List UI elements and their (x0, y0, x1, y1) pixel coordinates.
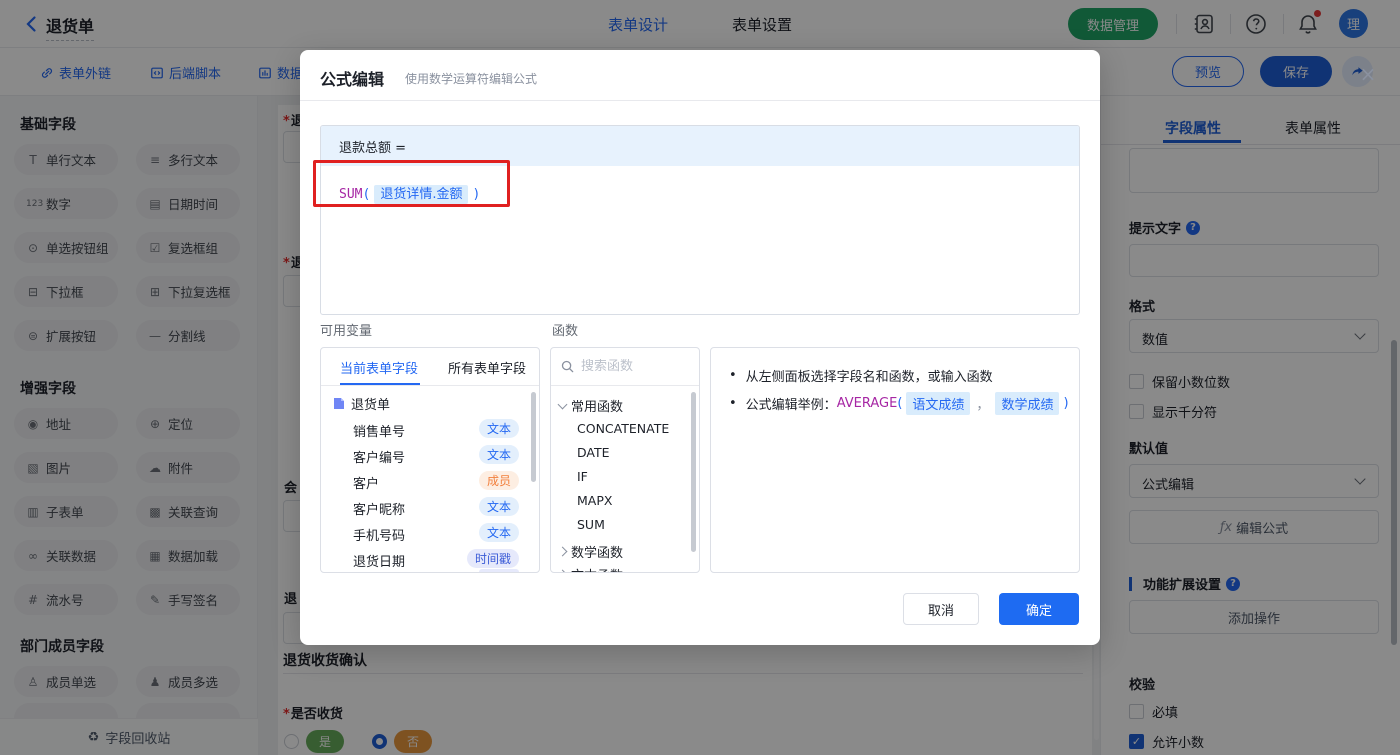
confirm-button[interactable]: 确定 (999, 593, 1079, 625)
chevron-right-icon (557, 569, 568, 572)
modal-subtitle: 使用数学运算符编辑公式 (405, 72, 538, 86)
function-item[interactable]: SUM (577, 517, 605, 532)
variable-row[interactable]: 退货日期 时间戳 (353, 549, 529, 571)
functions-label: 函数 (552, 324, 579, 339)
modal-title: 公式编辑 (320, 70, 385, 89)
tree-root-form[interactable]: 退货单 (333, 394, 390, 413)
chevron-right-icon (557, 546, 568, 557)
formula-help-panel: 从左侧面板选择字段名和函数，或输入函数 公式编辑举例：AVERAGE(语文成绩，… (710, 347, 1080, 573)
function-group-text[interactable]: 文本函数 (557, 565, 623, 572)
variable-row[interactable]: 手机号码 文本 (353, 523, 529, 545)
variable-row-cut (353, 569, 529, 572)
function-item[interactable]: DATE (577, 445, 610, 460)
tip-line-2: 公式编辑举例：AVERAGE(语文成绩，数学成绩) (729, 392, 1069, 415)
type-badge: 时间戳 (466, 549, 519, 568)
type-badge: 成员 (478, 471, 519, 490)
variables-tabs: 当前表单字段 所有表单字段 (321, 348, 539, 386)
tab-underline (340, 383, 420, 385)
type-badge: 文本 (478, 497, 519, 516)
function-item[interactable]: IF (577, 469, 588, 484)
cancel-button[interactable]: 取消 (903, 593, 979, 625)
formula-edit-modal: 公式编辑 使用数学运算符编辑公式 × 退款总额 = SUM(退货详情.金额) 可… (300, 50, 1376, 645)
function-search[interactable] (551, 348, 699, 386)
type-badge (479, 569, 519, 572)
function-item[interactable]: CONCATENATE (577, 421, 669, 436)
function-search-input[interactable] (581, 359, 681, 374)
document-icon (334, 398, 344, 409)
chevron-down-icon (557, 399, 568, 409)
function-group-math[interactable]: 数学函数 (557, 542, 623, 561)
variables-scrollbar[interactable] (531, 392, 536, 482)
type-badge: 文本 (478, 523, 519, 542)
variable-row[interactable]: 客户编号 文本 (353, 445, 529, 467)
example-field-chip: 数学成绩 (995, 392, 1060, 415)
variable-row[interactable]: 销售单号 文本 (353, 419, 529, 441)
search-icon (561, 360, 574, 373)
type-badge: 文本 (478, 445, 519, 464)
variable-row[interactable]: 客户 成员 (353, 471, 529, 493)
tab-all-form-fields[interactable]: 所有表单字段 (448, 358, 526, 377)
tab-current-form-fields[interactable]: 当前表单字段 (340, 358, 418, 377)
formula-editor[interactable]: 退款总额 = SUM(退货详情.金额) (320, 125, 1080, 315)
variables-label: 可用变量 (320, 324, 373, 339)
functions-scrollbar[interactable] (691, 392, 696, 552)
function-group-common[interactable]: 常用函数 (557, 396, 623, 415)
tip-line-1: 从左侧面板选择字段名和函数，或输入函数 (729, 366, 993, 385)
functions-panel: 常用函数 CONCATENATE DATE IF MAPX SUM 数学函数 文… (550, 347, 700, 573)
close-icon[interactable]: × (1356, 62, 1380, 86)
variable-row[interactable]: 客户昵称 文本 (353, 497, 529, 519)
example-function: AVERAGE (836, 396, 898, 411)
variables-panel: 当前表单字段 所有表单字段 退货单 销售单号 文本 客户编号 文本 客户 成员 客户昵… (320, 347, 540, 573)
example-field-chip: 语文成绩 (906, 392, 971, 415)
type-badge: 文本 (478, 419, 519, 438)
annotation-red-box (313, 160, 510, 207)
divider (300, 100, 1100, 101)
function-item[interactable]: MAPX (577, 493, 612, 508)
